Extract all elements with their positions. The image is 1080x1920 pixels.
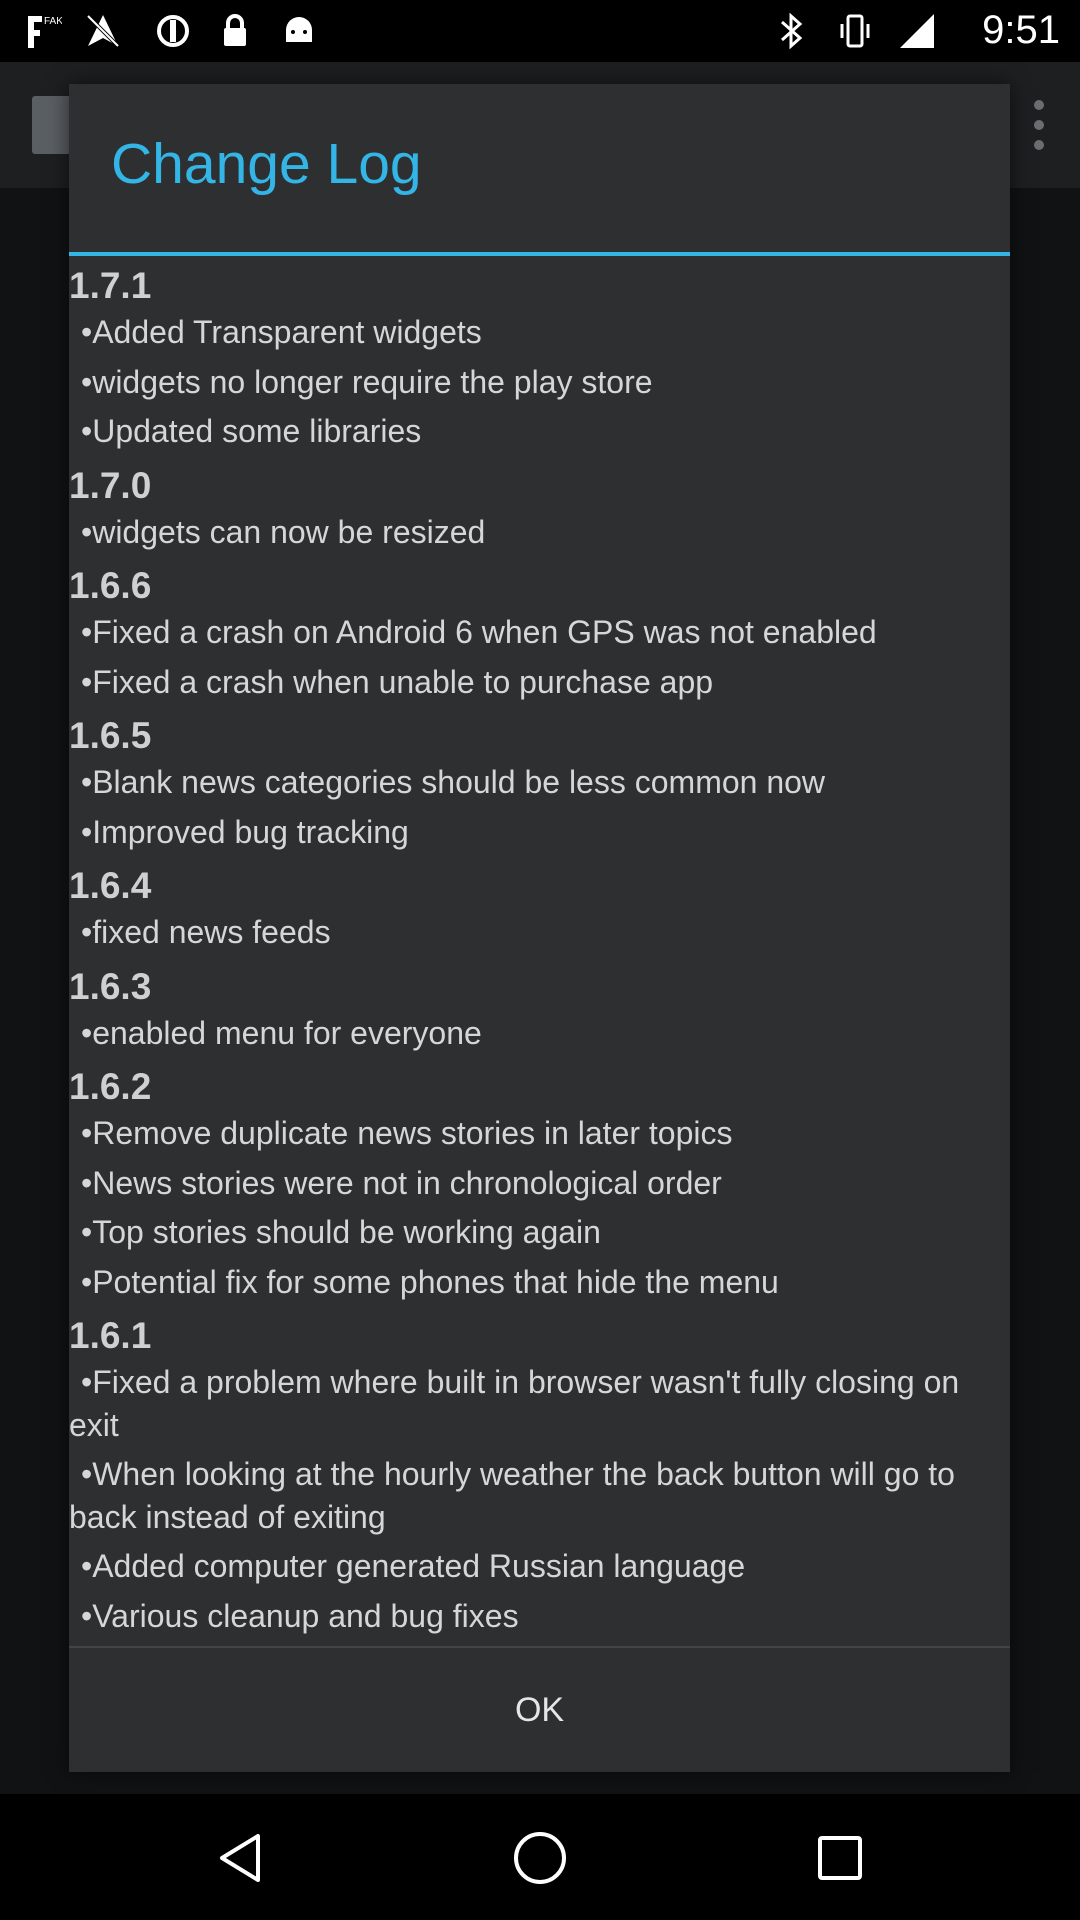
bluetooth-icon: [781, 12, 803, 50]
changelog-item: •Fixed a crash on Android 6 when GPS was…: [81, 614, 877, 650]
fake-gps-icon: FAKE: [28, 16, 62, 48]
version-heading: 1.6.4: [69, 865, 152, 906]
android-icon: [286, 17, 312, 42]
version-heading: 1.6.5: [69, 715, 152, 756]
changelog-item: •Top stories should be working again: [81, 1214, 601, 1250]
dialog-title: Change Log: [111, 132, 422, 196]
version-heading: 1.7.0: [69, 464, 152, 506]
changelog-item: •widgets can now be resized: [81, 513, 486, 550]
version-heading: 1.6.1: [69, 1315, 152, 1356]
changelog-item: •fixed news feeds: [81, 914, 331, 950]
version-heading: 1.6.2: [69, 1066, 152, 1107]
change-log-dialog: Change Log 1.7.1 •Added Transparent widge…: [69, 84, 1010, 1772]
changelog-item: •Improved bug tracking: [81, 813, 409, 850]
version-heading: 1.6.6: [69, 565, 152, 606]
changelog-item: •News stories were not in chronological …: [81, 1164, 722, 1201]
changelog-item: •When looking at the hourly weather the …: [69, 1456, 955, 1535]
sync-icon: [157, 15, 189, 47]
background-overflow-menu-icon: [1034, 100, 1044, 152]
vibrate-icon: [840, 14, 870, 48]
back-icon[interactable]: [212, 1828, 272, 1888]
changelog-item: •Blank news categories should be less co…: [81, 764, 826, 800]
status-time: 9:51: [982, 8, 1060, 52]
version-heading: 1.6.3: [69, 965, 152, 1007]
changelog-item: •Added Transparent widgets: [81, 314, 482, 350]
recents-icon[interactable]: [810, 1828, 870, 1888]
changelog-item: •Potential fix for some phones that hide…: [81, 1263, 779, 1300]
status-bar: FAKE 9:51: [0, 0, 1080, 62]
changelog-item: •Fixed a crash when unable to purchase a…: [81, 663, 714, 700]
changelog-item: •Updated some libraries: [81, 413, 422, 449]
changelog-item: •Various cleanup and bug fixes: [81, 1597, 519, 1634]
version-heading: 1.7.1: [69, 265, 152, 306]
changelog-scroll-area[interactable]: 1.7.1 •Added Transparent widgets •widgets …: [69, 260, 1010, 1732]
changelog-item: •Remove duplicate news stories in later …: [81, 1115, 733, 1151]
navigation-bar: [0, 1794, 1080, 1920]
changelog-item: •widgets no longer require the play stor…: [81, 363, 653, 400]
changelog-item: •Added computer generated Russian langua…: [81, 1548, 746, 1584]
no-gps-icon: [86, 14, 120, 48]
changelog-item: •Fixed a problem where built in browser …: [69, 1364, 960, 1443]
changelog-item: •enabled menu for everyone: [81, 1014, 482, 1051]
ok-button[interactable]: OK: [69, 1648, 1010, 1772]
cellular-signal-icon: [900, 14, 934, 48]
home-icon[interactable]: [510, 1828, 570, 1888]
svg-text:FAKE: FAKE: [44, 16, 62, 27]
title-divider: [69, 252, 1010, 256]
lock-icon: [224, 14, 246, 46]
